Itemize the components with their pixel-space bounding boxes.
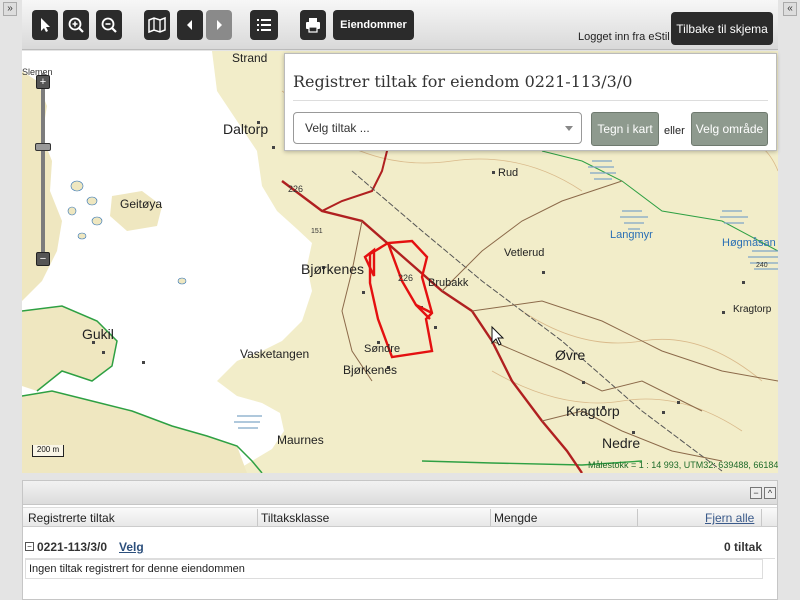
pointer-tool-button[interactable] <box>32 10 58 40</box>
select-property-link[interactable]: Velg <box>119 540 144 554</box>
panel-header: − ^ <box>23 481 777 505</box>
column-registered-measures[interactable]: Registrerte tiltak <box>28 511 115 525</box>
map-icon <box>148 16 166 34</box>
zoom-in-icon <box>68 17 84 33</box>
place-langmyr: Langmyr <box>610 229 653 241</box>
minimize-icon[interactable]: − <box>750 487 762 499</box>
chevron-down-icon <box>565 126 573 131</box>
logged-in-text: Logget inn fra eStil <box>578 31 670 43</box>
collapse-group-icon[interactable]: − <box>25 542 34 551</box>
place-vetlerud: Vetlerud <box>504 247 545 259</box>
map-toolbar: Eiendommer Logget inn fra eStil Tilbake … <box>22 0 778 50</box>
registered-measures-panel: − ^ Registrerte tiltak Tiltaksklasse Men… <box>22 480 778 600</box>
measure-select-value: Velg tiltak ... <box>305 121 370 135</box>
place-strand: Strand <box>232 51 268 65</box>
place-brubakk: Brubakk <box>428 277 469 289</box>
properties-button[interactable]: Eiendommer <box>333 10 414 40</box>
cursor-icon <box>41 18 50 32</box>
road-number-226a: 226 <box>288 184 304 194</box>
place-bjorkenes-south: Bjørkenes <box>343 363 398 377</box>
chevron-right-icon <box>217 20 222 30</box>
property-group-row: − 0221-113/3/0 Velg 0 tiltak <box>25 537 775 559</box>
place-ovre: Øvre <box>555 347 586 363</box>
expand-left-icon[interactable]: » <box>3 2 17 16</box>
remove-all-link[interactable]: Fjern alle <box>705 511 754 525</box>
place-sondre: Søndre <box>364 343 401 355</box>
scale-bar: 200 m <box>32 445 64 457</box>
panel-divider <box>293 100 768 101</box>
place-maurnes: Maurnes <box>277 433 324 447</box>
place-nedre: Nedre <box>602 435 641 451</box>
zoom-slider-track[interactable] <box>41 73 45 263</box>
place-kragtorp: Kragtorp <box>566 403 620 419</box>
property-boundary <box>363 239 434 359</box>
or-text: eller <box>664 125 685 137</box>
collapse-icon[interactable]: ^ <box>764 487 776 499</box>
place-bjorkenes: Bjørkenes <box>301 261 365 277</box>
place-vasketangen: Vasketangen <box>240 347 310 361</box>
place-rud: Rud <box>498 167 519 179</box>
place-geitoya: Geitøya <box>120 197 163 211</box>
print-button[interactable] <box>300 10 326 40</box>
next-extent-button[interactable] <box>206 10 232 40</box>
road-number-151: 151 <box>311 228 323 235</box>
map-zoom-out-icon[interactable]: − <box>36 252 50 266</box>
column-divider <box>637 509 638 526</box>
zoom-out-button[interactable] <box>96 10 122 40</box>
zoom-in-button[interactable] <box>63 10 89 40</box>
property-id: 0221-113/3/0 <box>37 540 108 554</box>
back-to-form-button[interactable]: Tilbake til skjema <box>671 12 773 45</box>
place-hogmasan: Høgmåsan <box>722 237 776 249</box>
select-area-button[interactable]: Velg område <box>691 112 768 146</box>
draw-in-map-button[interactable]: Tegn i kart <box>591 112 659 146</box>
zoom-out-icon <box>101 17 117 33</box>
place-kragtorp-small: Kragtorp <box>733 304 772 315</box>
register-title: Registrer tiltak for eiendom 0221-113/3/… <box>293 72 633 91</box>
list-icon <box>257 19 271 31</box>
column-divider <box>761 509 762 526</box>
map-layers-button[interactable] <box>144 10 170 40</box>
railway <box>351 170 723 472</box>
previous-extent-button[interactable] <box>177 10 203 40</box>
road-number-226b: 226 <box>398 273 414 283</box>
column-divider <box>257 509 258 526</box>
column-measure-class[interactable]: Tiltaksklasse <box>261 511 329 525</box>
place-daltorp: Daltorp <box>223 121 269 137</box>
register-measure-panel: Registrer tiltak for eiendom 0221-113/3/… <box>284 53 777 151</box>
app-root: » « Eiendommer Logget inn fra eStil Tilb… <box>0 0 800 600</box>
empty-message: Ingen tiltak registrert for denne eiendo… <box>25 559 763 579</box>
printer-icon <box>306 18 320 33</box>
expand-right-icon[interactable]: « <box>783 2 797 16</box>
place-gukil: Gukil <box>82 326 114 342</box>
list-button[interactable] <box>250 10 278 40</box>
column-divider <box>490 509 491 526</box>
table-header: Registrerte tiltak Tiltaksklasse Mengde … <box>23 507 777 527</box>
map-zoom-in-icon[interactable]: + <box>36 75 50 89</box>
height-240: 240 <box>756 262 768 269</box>
measure-count: 0 tiltak <box>723 540 762 554</box>
measure-select[interactable]: Velg tiltak ... <box>293 112 582 144</box>
column-quantity[interactable]: Mengde <box>494 511 537 525</box>
road-226 <box>281 180 583 473</box>
chevron-left-icon <box>187 20 192 30</box>
scale-coordinates: Målestokk = 1 : 14 993, UTM32: 639488, 6… <box>588 460 778 470</box>
zoom-slider-handle[interactable] <box>35 143 51 151</box>
